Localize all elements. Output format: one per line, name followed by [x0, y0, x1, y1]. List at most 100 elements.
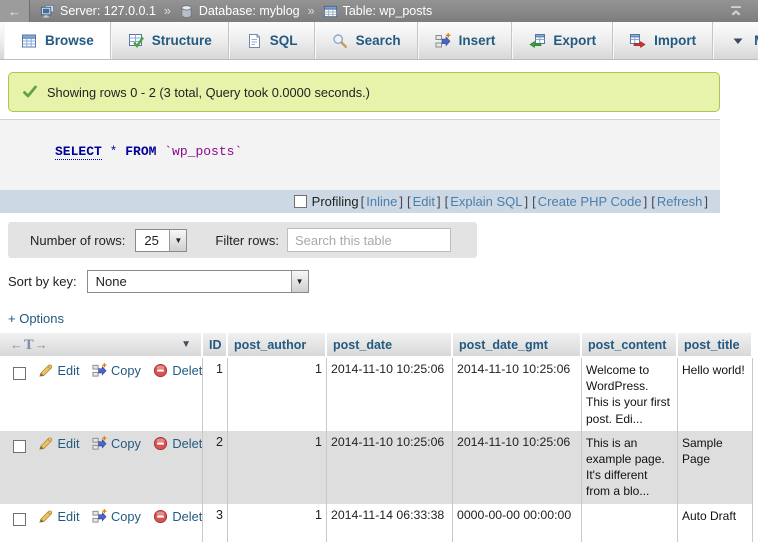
breadcrumb-item[interactable]: Table: wp_posts: [343, 4, 433, 18]
cell-post-date[interactable]: 2014-11-14 06:33:38: [327, 504, 453, 542]
copy-icon: [92, 363, 107, 378]
tab-insert[interactable]: Insert: [418, 22, 513, 59]
row-checkbox[interactable]: [13, 367, 26, 380]
filter-input[interactable]: [287, 228, 451, 252]
cell-post-author[interactable]: 1: [228, 504, 327, 542]
sort-row: Sort by key: None ▼: [8, 268, 758, 294]
copy-link[interactable]: Copy: [92, 436, 141, 451]
edit-link[interactable]: Edit: [38, 363, 79, 378]
query-action-inline[interactable]: Inline: [366, 194, 397, 209]
actions-header: ←T→ ▼: [0, 333, 203, 358]
edit-link[interactable]: Edit: [38, 509, 79, 524]
tab-more[interactable]: More: [713, 22, 758, 59]
column-header-post_content[interactable]: post_content: [582, 333, 678, 358]
delete-link[interactable]: Delete: [153, 436, 203, 451]
options-toggle[interactable]: + Options: [8, 311, 78, 326]
column-header-post_date_gmt[interactable]: post_date_gmt: [453, 333, 582, 358]
cell-post-date[interactable]: 2014-11-10 10:25:06: [327, 358, 453, 431]
collapse-top-icon[interactable]: [728, 3, 744, 19]
filter-rows-label: Filter rows:: [215, 233, 279, 248]
table-header-row: ←T→ ▼ IDpost_authorpost_datepost_date_gm…: [0, 333, 753, 358]
profiling-checkbox[interactable]: [294, 195, 307, 208]
number-of-rows-label: Number of rows:: [30, 233, 125, 248]
rows-toolbar: Number of rows: 25 ▼ Filter rows:: [8, 222, 477, 258]
tab-structure[interactable]: Structure: [111, 22, 229, 59]
cell-post-title[interactable]: Hello world!: [678, 358, 753, 431]
profiling-label: Profiling: [312, 194, 359, 209]
cell-post-author[interactable]: 1: [228, 358, 327, 431]
back-button[interactable]: ←: [0, 0, 30, 22]
breadcrumb-bar: ← Server: 127.0.0.1»Database: myblog»Tab…: [0, 0, 758, 22]
search-icon: [332, 33, 348, 49]
tab-label: Browse: [45, 33, 94, 48]
cell-post-date-gmt[interactable]: 2014-11-10 10:25:06: [453, 358, 582, 431]
cell-post-title[interactable]: Auto Draft: [678, 504, 753, 542]
cell-post-author[interactable]: 1: [228, 431, 327, 504]
table-row: Edit Copy Delete 2 1 2014-11-10 10:25:06…: [0, 431, 753, 504]
cell-id[interactable]: 1: [203, 358, 228, 431]
column-header-post_author[interactable]: post_author: [228, 333, 327, 358]
bracket: [: [407, 194, 411, 209]
cell-post-content[interactable]: [582, 504, 678, 542]
delete-icon: [153, 363, 168, 378]
table-row: Edit Copy Delete 1 1 2014-11-10 10:25:06…: [0, 358, 753, 431]
sort-options-icon[interactable]: ▼: [181, 339, 191, 350]
bracket: ]: [704, 194, 708, 209]
tab-label: Structure: [152, 33, 212, 48]
breadcrumb-item[interactable]: Database: myblog: [199, 4, 300, 18]
column-header-post_title[interactable]: post_title: [678, 333, 753, 358]
query-action-links: [Inline][Edit][Explain SQL][Create PHP C…: [359, 194, 710, 209]
query-action-edit[interactable]: Edit: [413, 194, 435, 209]
copy-link[interactable]: Copy: [92, 363, 141, 378]
bracket: [: [445, 194, 449, 209]
delete-link[interactable]: Delete: [153, 363, 203, 378]
bracket: ]: [644, 194, 648, 209]
structure-icon: [128, 33, 144, 49]
column-header-id[interactable]: ID: [203, 333, 228, 358]
column-visibility-control[interactable]: ←T→: [10, 337, 49, 353]
query-box: SELECT * FROM `wp_posts` Profiling [Inli…: [0, 119, 720, 213]
breadcrumb-item[interactable]: Server: 127.0.0.1: [60, 4, 156, 18]
server-icon: [40, 4, 55, 19]
chevron-down-icon: [730, 33, 746, 49]
bracket: ]: [437, 194, 441, 209]
column-header-post_date[interactable]: post_date: [327, 333, 453, 358]
tab-browse[interactable]: Browse: [4, 22, 111, 59]
cell-post-title[interactable]: Sample Page: [678, 431, 753, 504]
sql-token: FROM: [125, 144, 156, 159]
cell-post-date-gmt[interactable]: 2014-11-10 10:25:06: [453, 431, 582, 504]
status-text: Showing rows 0 - 2 (3 total, Query took …: [47, 85, 370, 100]
tab-export[interactable]: Export: [512, 22, 613, 59]
cell-post-date[interactable]: 2014-11-10 10:25:06: [327, 431, 453, 504]
cell-post-content[interactable]: This is an example page. It's different …: [582, 431, 678, 504]
sort-by-key-label: Sort by key:: [8, 274, 77, 289]
cell-id[interactable]: 2: [203, 431, 228, 504]
row-checkbox[interactable]: [13, 513, 26, 526]
tab-sql[interactable]: SQL: [229, 22, 315, 59]
bracket: ]: [399, 194, 403, 209]
query-action-refresh[interactable]: Refresh: [657, 194, 703, 209]
row-actions: Edit Copy Delete: [0, 431, 203, 504]
cell-post-content[interactable]: Welcome to WordPress. This is your first…: [582, 358, 678, 431]
row-actions: Edit Copy Delete: [0, 504, 203, 542]
edit-link[interactable]: Edit: [38, 436, 79, 451]
query-toolbar: Profiling [Inline][Edit][Explain SQL][Cr…: [0, 190, 720, 213]
check-icon: [22, 84, 38, 100]
delete-link[interactable]: Delete: [153, 509, 203, 524]
tab-label: Search: [356, 33, 401, 48]
tab-label: More: [754, 33, 758, 48]
tab-import[interactable]: Import: [613, 22, 713, 59]
cell-id[interactable]: 3: [203, 504, 228, 542]
breadcrumb-separator: »: [308, 4, 315, 18]
number-of-rows-select[interactable]: 25 ▼: [135, 229, 187, 252]
cell-post-date-gmt[interactable]: 0000-00-00 00:00:00: [453, 504, 582, 542]
sort-by-key-select[interactable]: None ▼: [87, 270, 309, 293]
query-action-create-php-code[interactable]: Create PHP Code: [538, 194, 642, 209]
query-action-explain-sql[interactable]: Explain SQL: [450, 194, 522, 209]
copy-icon: [92, 436, 107, 451]
database-icon: [179, 4, 194, 19]
copy-link[interactable]: Copy: [92, 509, 141, 524]
tab-search[interactable]: Search: [315, 22, 418, 59]
row-checkbox[interactable]: [13, 440, 26, 453]
insert-row-icon: [435, 33, 451, 49]
